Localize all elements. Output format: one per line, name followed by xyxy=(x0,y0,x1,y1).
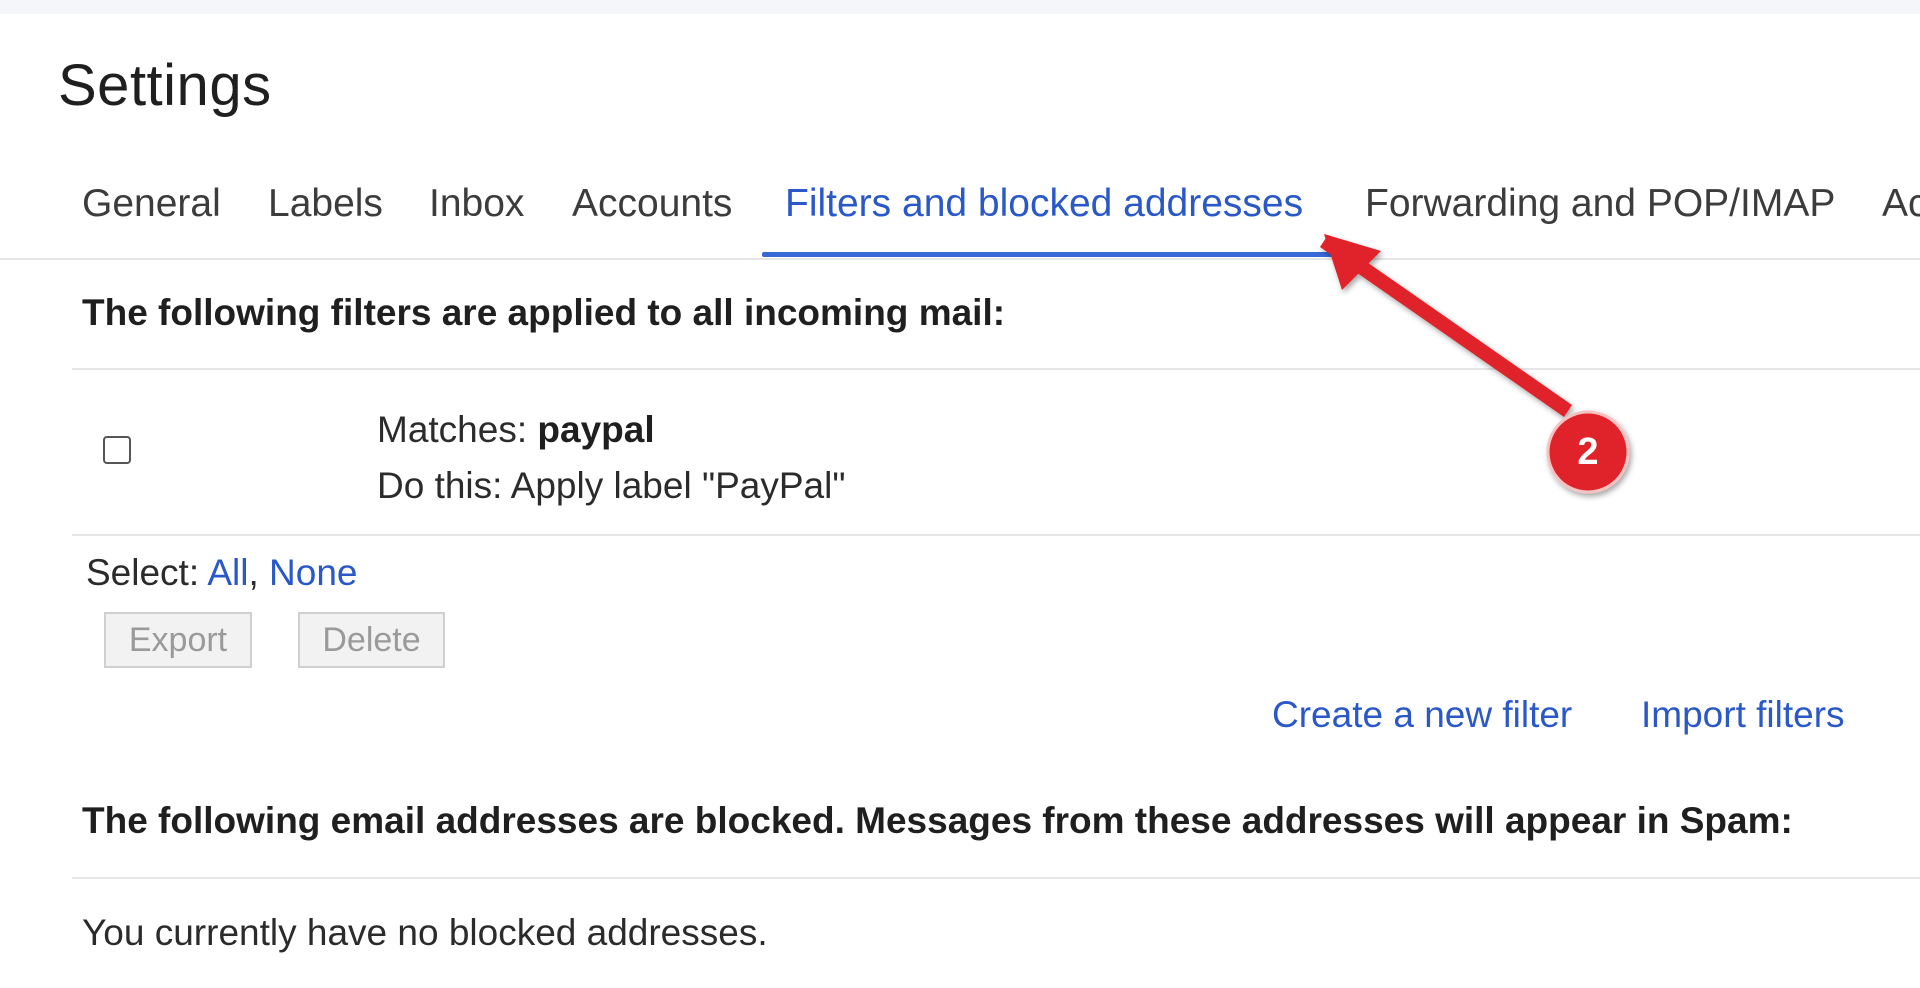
filter-matches: Matches: paypal xyxy=(377,402,845,458)
settings-page: Settings General Labels Inbox Accounts F… xyxy=(0,0,1920,988)
filter-checkbox[interactable] xyxy=(103,436,131,464)
tab-accounts[interactable]: Accounts xyxy=(572,182,732,226)
blocked-heading: The following email addresses are blocke… xyxy=(82,800,1793,841)
export-button[interactable]: Export xyxy=(104,612,252,668)
tab-filters-and-blocked-addresses[interactable]: Filters and blocked addresses xyxy=(785,182,1303,226)
select-label: Select: xyxy=(86,552,208,593)
divider xyxy=(72,877,1920,879)
tab-general[interactable]: General xyxy=(82,182,221,226)
create-filter-link[interactable]: Create a new filter xyxy=(1272,694,1572,736)
active-tab-underline xyxy=(762,252,1334,257)
import-filters-link[interactable]: Import filters xyxy=(1641,694,1845,736)
tab-labels[interactable]: Labels xyxy=(268,182,383,226)
tab-inbox[interactable]: Inbox xyxy=(429,182,524,226)
settings-tabs: General Labels Inbox Accounts Filters an… xyxy=(0,170,1920,260)
select-none-link[interactable]: None xyxy=(269,552,357,593)
page-title: Settings xyxy=(58,53,272,118)
filter-matches-label: Matches: xyxy=(377,409,538,450)
filter-action: Do this: Apply label "PayPal" xyxy=(377,465,846,506)
filter-description: Matches: paypal Do this: Apply label "Pa… xyxy=(377,402,845,514)
tab-advanced[interactable]: Ac xyxy=(1882,182,1920,226)
tab-forwarding-and-pop-imap[interactable]: Forwarding and POP/IMAP xyxy=(1365,182,1835,226)
filter-row: Matches: paypal Do this: Apply label "Pa… xyxy=(72,370,1920,536)
annotation-badge-number: 2 xyxy=(1577,430,1599,473)
select-separator: , xyxy=(248,552,259,593)
divider xyxy=(72,534,1920,536)
select-controls: Select: All, None xyxy=(86,552,358,594)
select-all-link[interactable]: All xyxy=(207,552,248,593)
delete-button[interactable]: Delete xyxy=(298,612,445,668)
filter-matches-value: paypal xyxy=(537,409,655,450)
filters-heading: The following filters are applied to all… xyxy=(82,292,1006,333)
no-blocked-message: You currently have no blocked addresses. xyxy=(82,912,768,953)
